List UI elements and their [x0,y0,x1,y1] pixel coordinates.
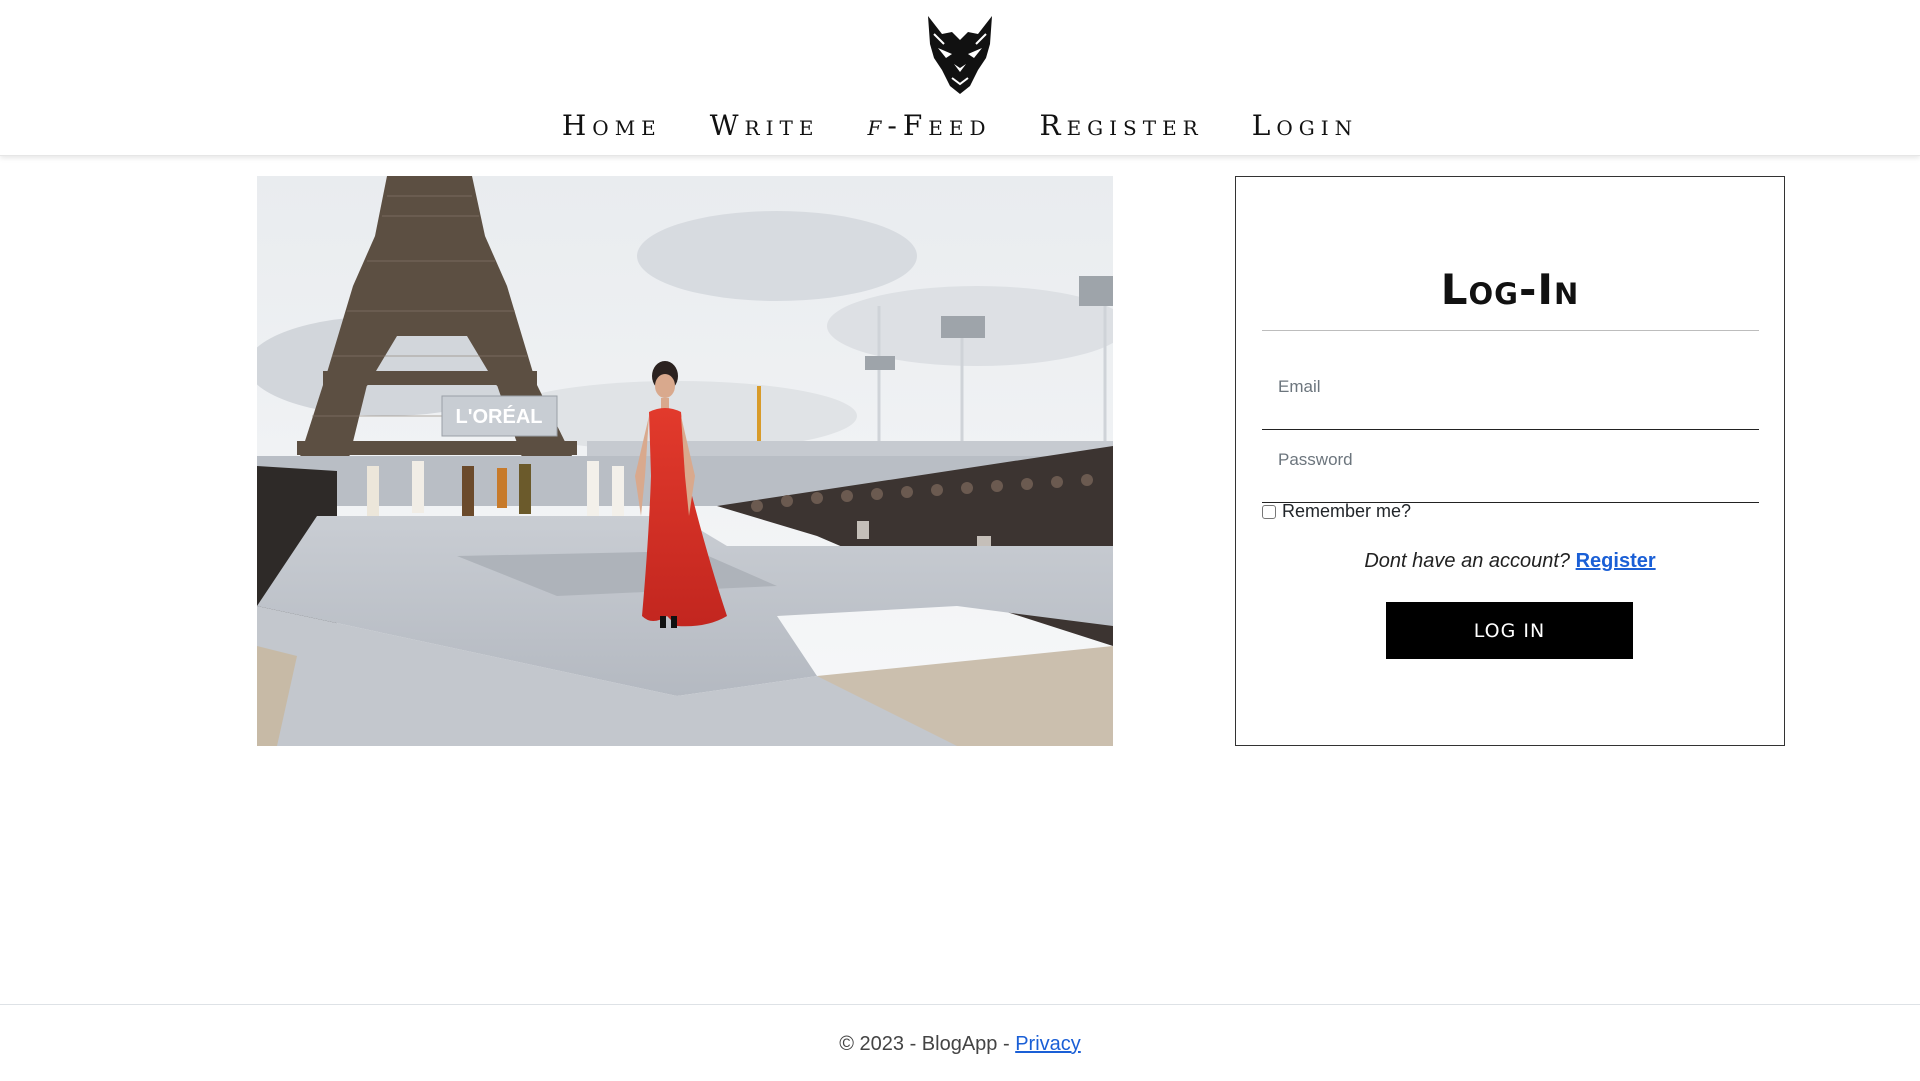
no-account-text: Dont have an account? [1364,550,1571,572]
loreal-sign-text: L'ORÉAL [456,405,543,428]
email-field-wrapper: Email [1262,359,1759,430]
nav-login[interactable]: Login [1252,106,1358,146]
title-divider [1262,330,1759,331]
site-header: Home Write f-Feed Register Login [0,0,1920,156]
main-nav: Home Write f-Feed Register Login [0,106,1920,146]
wolf-logo-icon[interactable] [924,14,996,96]
nav-register[interactable]: Register [1039,106,1203,146]
password-field-wrapper: Password [1262,432,1759,503]
nav-f-feed-label: -Feed [887,109,992,142]
login-card: Log-In Email Password Remember me? Dont … [1235,176,1785,746]
email-field[interactable] [1262,359,1759,429]
remember-me-label[interactable]: Remember me? [1282,501,1411,522]
password-field[interactable] [1262,432,1759,502]
remember-me-checkbox[interactable] [1262,504,1276,519]
privacy-link[interactable]: Privacy [1015,1033,1081,1055]
nav-f-feed-prefix: f [867,109,888,142]
signup-prompt: Dont have an account? Register [1236,550,1784,573]
footer-text: © 2023 - BlogApp - Privacy [0,1033,1920,1056]
register-link[interactable]: Register [1576,550,1656,572]
nav-f-feed[interactable]: f-Feed [867,106,991,146]
nav-write[interactable]: Write [710,106,820,146]
nav-home[interactable]: Home [562,106,662,146]
copyright-text: © 2023 - BlogApp - [839,1033,1016,1055]
remember-me-row: Remember me? [1262,501,1411,522]
login-button[interactable]: LOG IN [1386,602,1633,659]
hero-image: L'ORÉAL [257,176,1113,746]
site-footer: © 2023 - BlogApp - Privacy [0,1004,1920,1081]
login-title: Log-In [1440,265,1580,314]
